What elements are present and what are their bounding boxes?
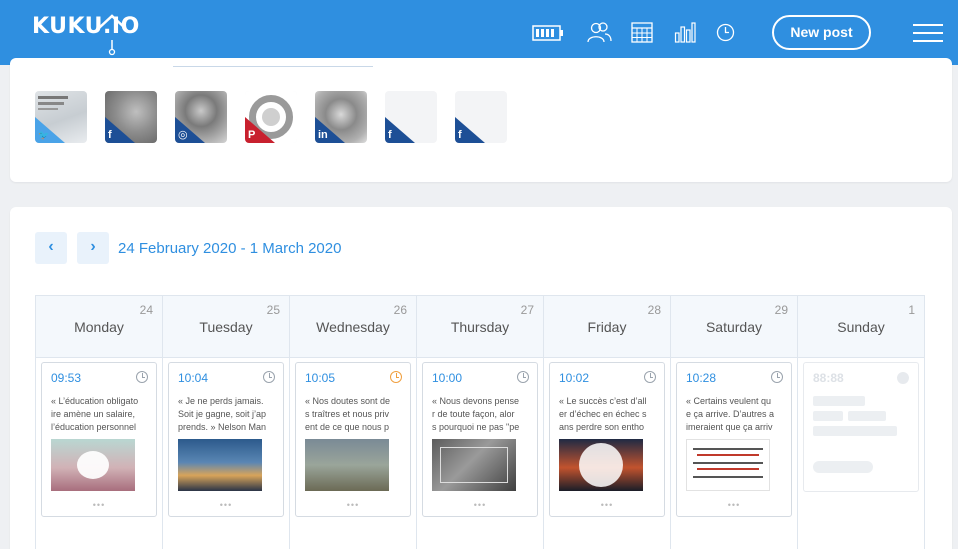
post-time: 10:05	[305, 371, 336, 385]
new-post-button[interactable]: New post	[772, 15, 871, 50]
pinterest-icon: P	[248, 129, 256, 141]
account-linkedin[interactable]: in	[315, 91, 367, 143]
more-options[interactable]: •••	[550, 500, 664, 510]
users-icon[interactable]	[586, 21, 612, 43]
clock-icon	[771, 371, 783, 383]
day-name: Tuesday	[199, 319, 253, 335]
day-date: 28	[647, 303, 661, 317]
day-header: 29 Saturday	[671, 296, 797, 358]
day-name: Sunday	[837, 319, 885, 335]
day-date: 1	[908, 303, 915, 317]
divider	[173, 65, 373, 67]
day-header: 25 Tuesday	[163, 296, 289, 358]
battery-icon[interactable]	[532, 25, 564, 41]
more-options[interactable]: •••	[296, 500, 410, 510]
post-text: « Je ne perds jamais. Soit je gagne, soi…	[178, 396, 267, 432]
account-pinterest[interactable]: P	[245, 91, 297, 143]
facebook-icon: f	[458, 129, 462, 141]
day-column-friday: 28 Friday 10:02 « Le succès c’est d’all …	[543, 295, 671, 549]
post-time: 10:00	[432, 371, 463, 385]
calendar-icon[interactable]	[631, 21, 653, 43]
post-card[interactable]: 10:02 « Le succès c’est d’all er d’échec…	[549, 362, 665, 517]
hamburger-icon[interactable]	[913, 24, 943, 42]
post-image	[559, 439, 643, 491]
day-name: Wednesday	[316, 319, 390, 335]
post-text: « L’éducation obligato ire amène un sala…	[51, 396, 139, 432]
post-image	[686, 439, 770, 491]
post-text: « Certains veulent qu e ça arrive. D’aut…	[686, 396, 775, 432]
day-column-saturday: 29 Saturday 10:28 « Certains veulent qu …	[670, 295, 798, 549]
prev-week-button[interactable]: ‹	[35, 232, 67, 264]
day-name: Monday	[74, 319, 124, 335]
day-header: 24 Monday	[36, 296, 162, 358]
day-date: 25	[266, 303, 280, 317]
clock-icon[interactable]	[716, 23, 735, 42]
account-facebook[interactable]: f	[455, 91, 507, 143]
post-text: « Le succès c’est d’all er d’échec en éc…	[559, 396, 647, 432]
post-image	[432, 439, 516, 491]
day-date: 24	[139, 303, 153, 317]
placeholder-line	[813, 396, 865, 406]
day-column-monday: 24 Monday 09:53 « L’éducation obligato i…	[35, 295, 163, 549]
post-time: 10:04	[178, 371, 209, 385]
day-header: 28 Friday	[544, 296, 670, 358]
day-name: Saturday	[705, 319, 763, 335]
analytics-icon[interactable]	[674, 21, 696, 43]
clock-icon	[644, 371, 656, 383]
account-twitter[interactable]: 🐦	[35, 91, 87, 143]
post-card[interactable]: 10:05 « Nos doutes sont de s traîtres et…	[295, 362, 411, 517]
clock-icon	[517, 371, 529, 383]
day-column-sunday: 1 Sunday 88:88	[797, 295, 925, 549]
day-header: 1 Sunday	[798, 296, 924, 358]
more-options[interactable]: •••	[677, 500, 791, 510]
day-date: 29	[774, 303, 788, 317]
account-facebook[interactable]: f	[385, 91, 437, 143]
day-date: 26	[393, 303, 407, 317]
more-options[interactable]: •••	[169, 500, 283, 510]
post-text: « Nous devons pense r de toute façon, al…	[432, 396, 520, 432]
post-card[interactable]: 10:04 « Je ne perds jamais. Soit je gagn…	[168, 362, 284, 517]
day-column-thursday: 27 Thursday 10:00 « Nous devons pense r …	[416, 295, 544, 549]
day-header: 26 Wednesday	[290, 296, 416, 358]
placeholder-time: 88:88	[813, 371, 844, 385]
post-card[interactable]: 10:28 « Certains veulent qu e ça arrive.…	[676, 362, 792, 517]
clock-icon	[263, 371, 275, 383]
facebook-icon: f	[108, 129, 112, 141]
post-time: 09:53	[51, 371, 82, 385]
house-logo-icon	[98, 14, 126, 56]
instagram-icon: ◎	[178, 129, 188, 141]
post-image	[305, 439, 389, 491]
post-time: 10:02	[559, 371, 590, 385]
more-options[interactable]: •••	[423, 500, 537, 510]
day-header: 27 Thursday	[417, 296, 543, 358]
twitter-icon: 🐦	[38, 130, 50, 140]
account-instagram[interactable]: ◎	[175, 91, 227, 143]
next-week-button[interactable]: ›	[77, 232, 109, 264]
post-time: 10:28	[686, 371, 717, 385]
top-bar: KUKU.IO New post	[0, 0, 958, 65]
date-range: 24 February 2020 - 1 March 2020	[118, 240, 342, 257]
day-column-tuesday: 25 Tuesday 10:04 « Je ne perds jamais. S…	[162, 295, 290, 549]
more-options[interactable]: •••	[42, 500, 156, 510]
day-name: Friday	[587, 319, 627, 335]
warning-clock-icon	[390, 371, 402, 383]
post-image	[51, 439, 135, 491]
empty-slot-placeholder[interactable]: 88:88	[803, 362, 919, 492]
facebook-icon: f	[388, 129, 392, 141]
placeholder-line	[813, 411, 843, 421]
post-text: « Nos doutes sont de s traîtres et nous …	[305, 396, 391, 432]
post-card[interactable]: 09:53 « L’éducation obligato ire amène u…	[41, 362, 157, 517]
placeholder-clock-icon	[897, 372, 909, 384]
placeholder-line	[813, 426, 897, 436]
post-image	[178, 439, 262, 491]
clock-icon	[136, 371, 148, 383]
account-facebook[interactable]: f	[105, 91, 157, 143]
linkedin-icon: in	[318, 129, 328, 141]
post-card[interactable]: 10:00 « Nous devons pense r de toute faç…	[422, 362, 538, 517]
placeholder-line	[848, 411, 886, 421]
day-column-wednesday: 26 Wednesday 10:05 « Nos doutes sont de …	[289, 295, 417, 549]
day-date: 27	[520, 303, 534, 317]
day-name: Thursday	[450, 319, 510, 335]
placeholder-line	[813, 461, 873, 473]
